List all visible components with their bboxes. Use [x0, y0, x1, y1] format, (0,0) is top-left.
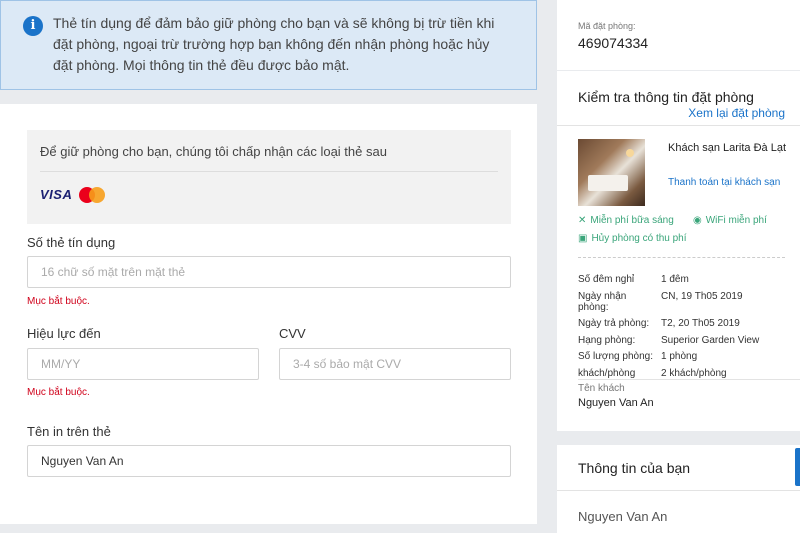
checkin-value: CN, 19 Th05 2019: [661, 291, 743, 302]
checkout-value: T2, 20 Th05 2019: [661, 318, 740, 329]
room-count-value: 1 phòng: [661, 351, 698, 362]
hotel-name: Khách sạn Larita Đà Lạt: [668, 142, 787, 154]
info-line: đặt phòng. Mọi thông tin thẻ đều được bả…: [53, 57, 350, 73]
wifi-icon: ◉: [693, 215, 702, 226]
your-info-title: Thông tin của bạn: [578, 460, 691, 476]
booking-code-label: Mã đặt phòng:: [578, 21, 636, 31]
hotel-thumbnail: [578, 139, 645, 206]
booking-summary-card: Kiểm tra thông tin đặt phòng Xem lại đặt…: [557, 71, 800, 431]
expiry-input[interactable]: [27, 348, 259, 380]
info-text: Thẻ tín dụng để đảm bảo giữ phòng cho bạ…: [53, 13, 520, 76]
nights-value: 1 đêm: [661, 274, 689, 285]
checkout-label: Ngày trả phòng:: [578, 318, 650, 329]
side-tab[interactable]: [795, 448, 800, 486]
room-type-value: Superior Garden View: [661, 335, 760, 346]
visa-logo: VISA: [40, 187, 73, 202]
utensils-icon: ✕: [578, 215, 587, 226]
name-on-card-label: Tên in trên thẻ: [27, 424, 111, 439]
cvv-input[interactable]: [279, 348, 511, 380]
info-line: Thẻ tín dụng để đảm bảo giữ phòng cho bạ…: [53, 15, 495, 31]
calendar-icon: ▣: [578, 233, 588, 244]
guests-value: 2 khách/phòng: [661, 368, 727, 379]
checkin-label: Ngày nhận phòng:: [578, 291, 627, 313]
divider: [557, 125, 800, 126]
divider: [557, 490, 800, 491]
room-type-label: Hạng phòng:: [578, 335, 636, 346]
info-icon: i: [23, 16, 43, 36]
amenity-wifi: ◉ WiFi miễn phí: [693, 215, 767, 226]
mastercard-icon: [79, 187, 105, 203]
card-number-input[interactable]: [27, 256, 511, 288]
name-on-card-input[interactable]: [27, 445, 511, 477]
nights-label: Số đêm nghỉ: [578, 274, 635, 285]
booking-code-card: Mã đặt phòng: 469074334: [557, 0, 800, 70]
amenity-cancellation: ▣ Hủy phòng có thu phí: [578, 233, 687, 244]
your-info-card: Thông tin của bạn Nguyen Van An: [557, 445, 800, 533]
credit-card-form: Để giữ phòng cho bạn, chúng tôi chấp nhậ…: [0, 104, 537, 524]
expiry-label: Hiệu lực đến: [27, 326, 101, 341]
room-count-label: Số lượng phòng:: [578, 351, 653, 362]
cvv-label: CVV: [279, 326, 306, 341]
guest-name-label: Tên khách: [578, 383, 625, 394]
divider: [578, 257, 785, 258]
payment-note: Thanh toán tại khách sạn: [668, 177, 781, 188]
card-number-label: Số thẻ tín dụng: [27, 235, 116, 250]
guest-name-value: Nguyen Van An: [578, 397, 654, 409]
amenity-breakfast: ✕ Miễn phí bữa sáng: [578, 215, 674, 226]
your-info-name: Nguyen Van An: [578, 509, 668, 524]
divider: [578, 379, 800, 380]
card-number-error: Mục bắt buộc.: [27, 296, 90, 307]
accepted-cards-text: Để giữ phòng cho bạn, chúng tôi chấp nhậ…: [40, 144, 387, 159]
booking-code-value: 469074334: [578, 35, 649, 51]
divider: [40, 171, 498, 172]
review-booking-link[interactable]: Xem lại đặt phòng: [688, 106, 785, 120]
expiry-error: Mục bắt buộc.: [27, 387, 90, 398]
info-banner: i Thẻ tín dụng để đảm bảo giữ phòng cho …: [0, 0, 537, 90]
info-line: đặt phòng, ngoại trừ trường hợp bạn khôn…: [53, 36, 490, 52]
booking-summary-title: Kiểm tra thông tin đặt phòng: [578, 89, 754, 105]
accepted-cards-box: Để giữ phòng cho bạn, chúng tôi chấp nhậ…: [27, 130, 511, 224]
guests-label: khách/phòng: [578, 368, 636, 379]
